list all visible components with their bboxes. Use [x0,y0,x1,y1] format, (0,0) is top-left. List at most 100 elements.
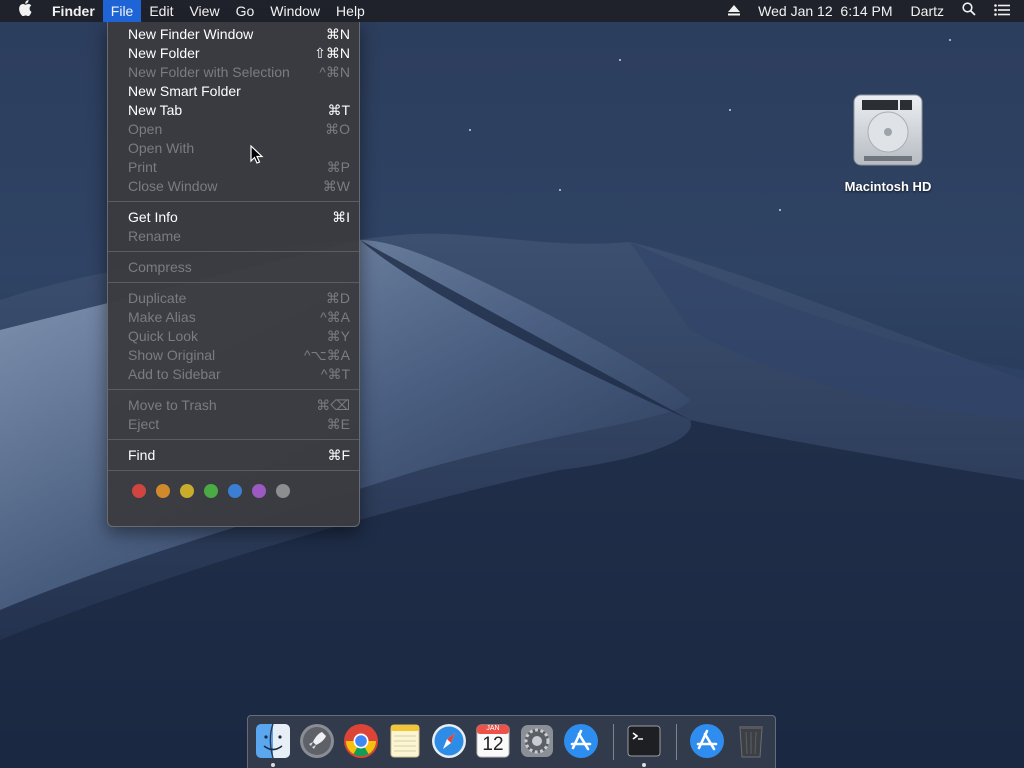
menu-item-label: Add to Sidebar [128,366,221,382]
menu-bar: Finder File Edit View Go Window Help Wed… [0,0,1024,22]
menu-item-new-folder[interactable]: New Folder ⇧⌘N [108,44,359,63]
menu-item-label: Get Info [128,209,178,225]
menu-item-label: Make Alias [128,309,196,325]
menu-item-new-folder-with-selection: New Folder with Selection ^⌘N [108,63,359,82]
menu-item-shortcut: ^⌘T [320,366,350,382]
menu-separator [108,439,359,440]
menu-item-shortcut: ⌘I [332,209,350,225]
terminal-icon[interactable] [626,723,662,759]
running-indicator [642,763,646,767]
menu-item-shortcut: ⌘W [322,178,350,194]
menu-item-eject: Eject ⌘E [108,415,359,434]
menu-item-label: New Folder [128,45,200,61]
menu-file[interactable]: File [102,0,142,22]
menu-item-rename: Rename [108,227,359,246]
app-store-icon[interactable] [563,723,599,759]
menu-item-get-info[interactable]: Get Info ⌘I [108,208,359,227]
menu-item-print: Print ⌘P [108,158,359,177]
safari-icon[interactable] [431,723,467,759]
menu-view[interactable]: View [181,0,227,22]
menu-item-duplicate: Duplicate ⌘D [108,289,359,308]
list-icon[interactable] [985,0,1024,22]
menu-item-shortcut: ⇧⌘N [314,45,350,61]
tag-color-dot[interactable] [180,484,194,498]
menu-item-label: Find [128,447,156,463]
tag-color-dot[interactable] [228,484,242,498]
apple-icon[interactable] [0,0,44,22]
menu-item-compress: Compress [108,258,359,277]
system-preferences-icon[interactable] [519,723,555,759]
menu-separator [108,389,359,390]
menubar-clock[interactable]: Wed Jan 12 6:14 PM [749,0,901,22]
calendar-month: JAN [486,725,500,732]
menu-separator [108,470,359,471]
menu-separator [108,282,359,283]
dock-divider [676,724,677,760]
menu-item-shortcut: ⌘D [325,290,350,306]
menu-separator [108,251,359,252]
menu-window[interactable]: Window [262,0,328,22]
menu-item-move-to-trash: Move to Trash ⌘⌫ [108,396,359,415]
menu-go[interactable]: Go [228,0,263,22]
menu-item-label: Close Window [128,178,218,194]
menu-item-quick-look: Quick Look ⌘Y [108,327,359,346]
calendar-day: 12 [482,734,504,755]
tag-color-dot[interactable] [204,484,218,498]
menu-item-label: Quick Look [128,328,199,344]
menu-item-label: Show Original [128,347,216,363]
menu-item-make-alias: Make Alias ^⌘A [108,308,359,327]
eject-icon[interactable] [719,0,749,22]
trash-icon[interactable] [733,723,769,759]
tag-color-dot[interactable] [252,484,266,498]
finder-icon[interactable] [255,723,291,759]
menu-item-new-finder-window[interactable]: New Finder Window ⌘N [108,25,359,44]
menu-item-shortcut: ⌘P [326,159,350,175]
menu-item-label: Print [128,159,157,175]
menu-item-shortcut: ⌘F [327,447,350,463]
menu-edit[interactable]: Edit [141,0,181,22]
menu-item-label: Move to Trash [128,397,217,413]
dock-divider [613,724,614,760]
menu-item-new-smart-folder[interactable]: New Smart Folder [108,82,359,101]
menu-item-open: Open ⌘O [108,120,359,139]
menu-item-label: Open With [128,140,195,156]
menu-item-shortcut: ⌘O [325,121,350,137]
desktop-icon-macintosh-hd[interactable]: Macintosh HD [838,92,938,194]
tag-color-dot[interactable] [156,484,170,498]
hard-drive-icon [853,94,923,166]
menu-help[interactable]: Help [328,0,373,22]
menu-item-label: New Folder with Selection [128,64,290,80]
menu-app-finder[interactable]: Finder [44,0,103,22]
chrome-icon[interactable] [343,723,379,759]
downloads-stack-icon[interactable] [689,723,725,759]
menu-item-close-window: Close Window ⌘W [108,177,359,196]
mouse-cursor [250,144,264,170]
running-indicator [271,763,275,767]
menu-item-shortcut: ⌘T [327,102,350,118]
menubar-user[interactable]: Dartz [902,0,953,22]
launchpad-icon[interactable] [299,723,335,759]
notes-icon[interactable] [387,723,423,759]
menu-item-shortcut: ⌘Y [326,328,350,344]
dock: JAN 12 [247,715,776,768]
menu-item-show-original: Show Original ^⌥⌘A [108,346,359,365]
tag-color-dot[interactable] [132,484,146,498]
menu-item-label: Compress [128,259,192,275]
menu-item-label: New Smart Folder [128,83,241,99]
menu-item-open-with: Open With [108,139,359,158]
search-icon[interactable] [953,0,985,22]
desktop-icon-label: Macintosh HD [844,179,932,194]
menu-item-shortcut: ⌘E [326,416,350,432]
menu-item-shortcut: ^⌘N [319,64,350,80]
menu-item-label: New Tab [128,102,183,118]
menu-item-label: New Finder Window [128,26,254,42]
menu-item-label: Open [128,121,163,137]
menu-item-find[interactable]: Find ⌘F [108,446,359,465]
menu-item-label: Eject [128,416,160,432]
menu-item-shortcut: ^⌥⌘A [303,347,350,363]
tag-color-dot[interactable] [276,484,290,498]
menu-item-new-tab[interactable]: New Tab ⌘T [108,101,359,120]
file-menu-dropdown: New Finder Window ⌘N New Folder ⇧⌘N New Fold… [107,22,360,527]
menu-item-label: Rename [128,228,181,244]
calendar-icon[interactable]: JAN 12 [475,723,511,759]
